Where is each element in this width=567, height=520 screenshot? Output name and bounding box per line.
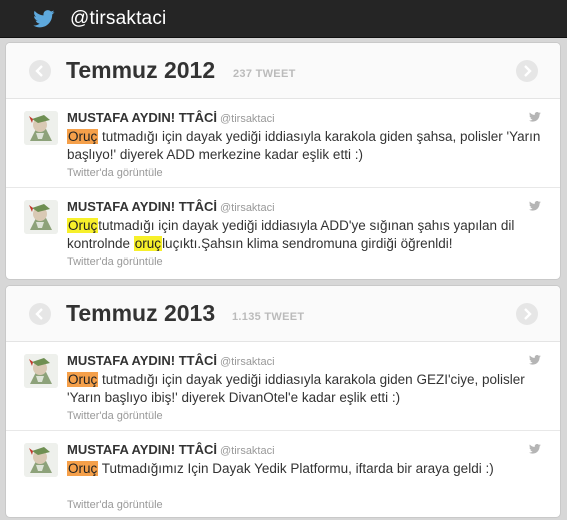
avatar[interactable] [24,443,58,477]
author-name[interactable]: MUSTAFA AYDIN! TTÂCİ [67,199,217,214]
twitter-bird-icon[interactable] [529,444,541,454]
tweet-text-part: tutmadığı için dayak yediği iddiasıyla k… [67,372,525,405]
tweet-count: 237 TWEET [233,68,296,80]
author-screen-name[interactable]: @tirsaktaci [220,202,275,214]
tweet-item: MUSTAFA AYDIN! TTÂCİ @tirsaktaci Oruç tut… [6,99,560,188]
author-name[interactable]: MUSTAFA AYDIN! TTÂCİ [67,353,217,368]
author-screen-name[interactable]: @tirsaktaci [220,445,275,457]
tweet-text-part: Tutmadığımız Için Dayak Yedik Platformu,… [98,461,494,476]
chevron-right-icon [524,308,532,320]
keyword-highlight: Oruç [67,218,99,233]
tweet-text-part: tutmadığı için dayak yediği iddiasıyla k… [67,129,541,162]
prev-month-button[interactable] [29,303,51,325]
avatar[interactable] [24,354,58,388]
chevron-left-icon [35,308,43,320]
tweet-text-part: luçıktı.Şahsın klima sendromuna girdiği … [162,236,453,251]
month-panel-2013: Temmuz 2013 1.135 TWEET MUSTAFA AYDIN! T… [5,285,561,518]
keyword-highlight: oruç [133,236,163,251]
twitter-bird-icon[interactable] [529,201,541,211]
tweet-text: Oruç tutmadığı için dayak yediği iddiası… [67,128,547,164]
author-screen-name[interactable]: @tirsaktaci [220,356,275,368]
month-title: Temmuz 2012 [66,57,216,83]
tweet-text: Oruç Tutmadığımız Için Dayak Yedik Platf… [67,460,547,478]
prev-month-button[interactable] [29,60,51,82]
tweet-item: MUSTAFA AYDIN! TTÂCİ @tirsaktaci Oruçtutm… [6,188,560,277]
tweet-text: Oruçtutmadığı için dayak yediği iddiasıy… [67,217,547,253]
keyword-highlight: Oruç [67,372,99,387]
tweet-text: Oruç tutmadığı için dayak yediği iddiası… [67,371,547,407]
view-on-twitter-link[interactable]: Twitter'da görüntüle [67,499,163,511]
twitter-bird-icon [33,10,55,28]
month-header: Temmuz 2012 237 TWEET [6,43,560,99]
author-screen-name[interactable]: @tirsaktaci [220,113,275,125]
avatar[interactable] [24,200,58,234]
author-name[interactable]: MUSTAFA AYDIN! TTÂCİ [67,110,217,125]
view-on-twitter-link[interactable]: Twitter'da görüntüle [67,256,163,268]
tweet-count: 1.135 TWEET [232,311,305,323]
tweet-item: MUSTAFA AYDIN! TTÂCİ @tirsaktaci Oruç Tut… [6,431,560,517]
profile-handle[interactable]: @tirsaktaci [70,8,166,30]
view-on-twitter-link[interactable]: Twitter'da görüntüle [67,410,163,422]
chevron-left-icon [35,65,43,77]
view-on-twitter-link[interactable]: Twitter'da görüntüle [67,167,163,179]
month-header: Temmuz 2013 1.135 TWEET [6,286,560,342]
tweet-item: MUSTAFA AYDIN! TTÂCİ @tirsaktaci Oruç tut… [6,342,560,431]
next-month-button[interactable] [516,60,538,82]
avatar[interactable] [24,111,58,145]
tweet-author: MUSTAFA AYDIN! TTÂCİ @tirsaktaci [67,199,275,214]
tweet-author: MUSTAFA AYDIN! TTÂCİ @tirsaktaci [67,110,275,125]
keyword-highlight: Oruç [67,129,99,144]
top-bar: @tirsaktaci [0,0,567,38]
month-panel-2012: Temmuz 2012 237 TWEET MUSTAFA AYDIN! TTÂ… [5,42,561,280]
tweet-author: MUSTAFA AYDIN! TTÂCİ @tirsaktaci [67,353,275,368]
twitter-bird-icon[interactable] [529,112,541,122]
month-title: Temmuz 2013 [66,300,216,326]
keyword-highlight: Oruç [67,461,99,476]
chevron-right-icon [524,65,532,77]
twitter-bird-icon[interactable] [529,355,541,365]
tweet-author: MUSTAFA AYDIN! TTÂCİ @tirsaktaci [67,442,275,457]
author-name[interactable]: MUSTAFA AYDIN! TTÂCİ [67,442,217,457]
next-month-button[interactable] [516,303,538,325]
